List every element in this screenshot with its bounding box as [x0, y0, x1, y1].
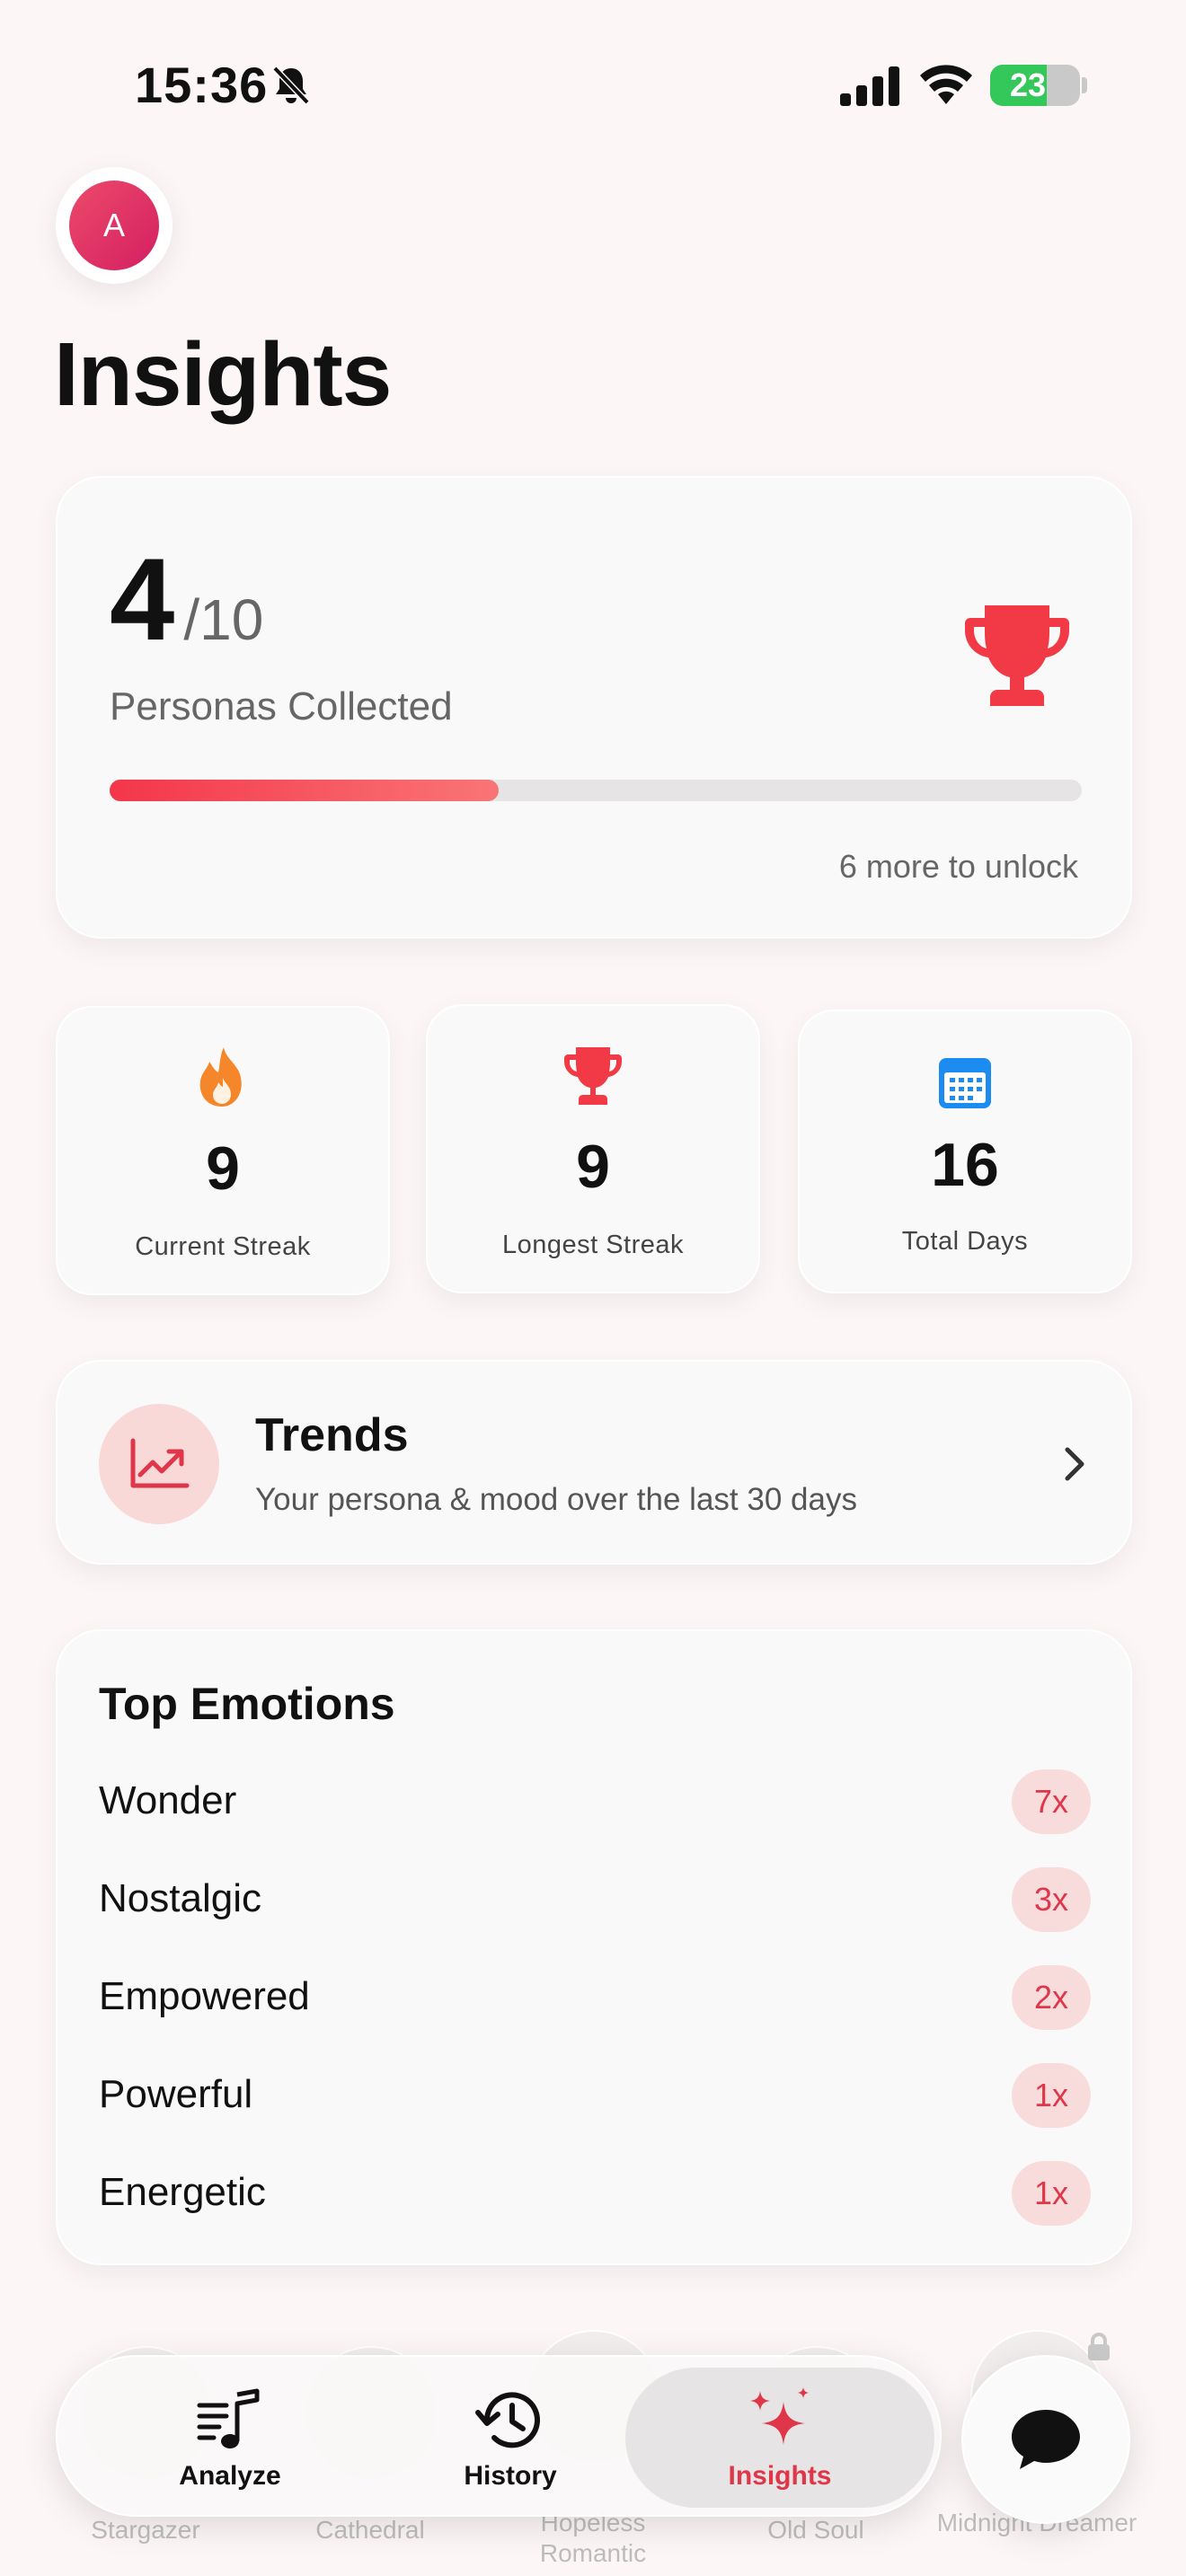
trends-title: Trends: [255, 1409, 409, 1461]
battery-cap: [1082, 77, 1087, 93]
bell-slash-icon: [272, 66, 310, 105]
top-emotions-title: Top Emotions: [99, 1679, 395, 1729]
trophy-icon: [564, 1047, 622, 1105]
tab-bar: Analyze History Insights: [56, 2355, 942, 2517]
chat-bubble-icon: [1012, 2410, 1080, 2469]
trophy-icon: [965, 605, 1069, 706]
emotion-count-badge: 1x: [1012, 2161, 1091, 2226]
tab-label: Insights: [728, 2461, 832, 2491]
music-list-icon: [197, 2388, 260, 2448]
total-days-card: 16 Total Days: [798, 1010, 1132, 1293]
emotion-label: Powerful: [99, 2072, 253, 2116]
tab-label: Analyze: [179, 2461, 281, 2491]
current-streak-card: 9 Current Streak: [56, 1006, 390, 1295]
avatar: A: [69, 181, 159, 270]
emotion-count-badge: 3x: [1012, 1867, 1091, 1932]
emotion-row: Empowered 2x: [99, 1962, 1091, 2033]
emotion-label: Empowered: [99, 1974, 310, 2018]
emotion-row: Powerful 1x: [99, 2060, 1091, 2131]
lock-icon: [1088, 2333, 1110, 2360]
emotion-label: Nostalgic: [99, 1876, 261, 1920]
battery-charging-icon: 23: [990, 65, 1080, 106]
stat-label: Total Days: [901, 1227, 1029, 1256]
tab-label: History: [464, 2461, 557, 2491]
avatar-initial: A: [102, 207, 125, 243]
personas-progress-bar: [110, 780, 1082, 801]
status-bar: 15:36 23: [0, 0, 1186, 171]
profile-avatar-button[interactable]: A: [56, 167, 173, 284]
persona-total: /10: [183, 587, 264, 652]
tab-analyze[interactable]: Analyze: [122, 2357, 338, 2519]
persona-shelf-label: Old Soul: [767, 2516, 864, 2544]
tab-insights[interactable]: Insights: [625, 2368, 934, 2508]
stat-value: 9: [206, 1134, 240, 1203]
personas-collected-label: Personas Collected: [110, 684, 453, 728]
tab-history[interactable]: History: [403, 2357, 618, 2519]
unlock-text: 6 more to unlock: [838, 848, 1078, 885]
status-time: 15:36: [135, 57, 269, 113]
calendar-icon: [939, 1058, 991, 1108]
emotion-row: Energetic 1x: [99, 2157, 1091, 2229]
emotion-count-badge: 2x: [1012, 1965, 1091, 2030]
battery-level: 23: [1009, 66, 1047, 103]
trends-card[interactable]: Trends Your persona & mood over the last…: [56, 1360, 1132, 1565]
trends-icon-badge: [99, 1404, 219, 1524]
wifi-icon: [920, 65, 972, 104]
emotion-count-badge: 1x: [1012, 2063, 1091, 2128]
flame-icon: [199, 1047, 242, 1107]
persona-shelf-label: Stargazer: [91, 2516, 200, 2544]
page-title: Insights: [54, 324, 392, 425]
stat-label: Longest Streak: [501, 1231, 685, 1259]
clock-history-icon: [475, 2392, 540, 2448]
emotion-count-badge: 7x: [1012, 1769, 1091, 1834]
stat-label: Current Streak: [135, 1232, 311, 1261]
chart-trend-up-icon: [130, 1438, 190, 1488]
top-emotions-card: Top Emotions Wonder 7x Nostalgic 3x Empo…: [56, 1629, 1132, 2265]
personas-collected-card: 4 /10 Personas Collected 6 more to unloc…: [56, 476, 1132, 939]
persona-shelf-label: Cathedral: [315, 2516, 425, 2544]
emotion-row: Wonder 7x: [99, 1766, 1091, 1838]
longest-streak-card: 9 Longest Streak: [426, 1004, 760, 1293]
emotion-row: Nostalgic 3x: [99, 1864, 1091, 1936]
chevron-right-icon: [1065, 1447, 1084, 1481]
personas-progress-fill: [110, 780, 499, 801]
sparkles-icon: [750, 2387, 809, 2445]
trends-subtitle: Your persona & mood over the last 30 day…: [255, 1482, 857, 1517]
emotion-label: Wonder: [99, 1778, 237, 1822]
persona-collected-count: 4: [110, 534, 175, 665]
persona-count: 4 /10: [110, 541, 263, 657]
chat-button[interactable]: [961, 2355, 1130, 2524]
stat-value: 9: [576, 1133, 610, 1201]
emotion-label: Energetic: [99, 2170, 266, 2214]
signal-icon: [840, 66, 899, 106]
stat-value: 16: [931, 1131, 999, 1199]
